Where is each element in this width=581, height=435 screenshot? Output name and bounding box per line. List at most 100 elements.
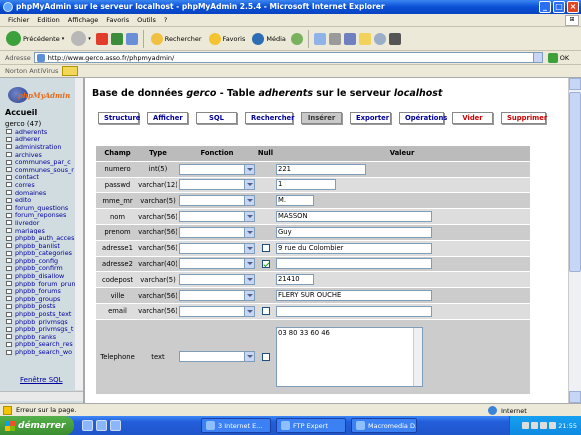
start-button[interactable]: démarrer [0, 416, 74, 435]
function-select-codepost[interactable] [179, 274, 255, 286]
tray-icon[interactable] [522, 422, 530, 429]
sidebar-table-item[interactable]: phpbb_auth_acces [6, 234, 83, 242]
left-horizontal-scrollbar[interactable] [0, 391, 83, 401]
close-button[interactable]: × [567, 1, 579, 13]
sidebar-table-item[interactable]: contact [6, 174, 83, 181]
norton-button[interactable] [62, 66, 79, 76]
function-select-passwd[interactable] [179, 179, 255, 191]
function-select-ville[interactable] [179, 290, 255, 302]
function-select-mme_mr[interactable] [179, 195, 255, 207]
sidebar-table-item[interactable]: phpbb_categories [6, 250, 83, 257]
sidebar-table-item[interactable]: phpbb_ranks [6, 333, 83, 341]
address-input[interactable]: http://www.gerco.asso.fr/phpmyadmin/ [33, 52, 534, 63]
messenger-icon[interactable] [373, 32, 386, 45]
value-input-adresse1[interactable]: 9 rue du Colombier [276, 242, 432, 254]
tab-inserer[interactable]: Insérer [301, 112, 342, 124]
value-input-prenom[interactable]: Guy [276, 226, 432, 238]
value-input-ville[interactable]: FLERY SUR OUCHE [276, 290, 432, 302]
sidebar-table-item[interactable]: phpbb_search_wo [6, 348, 83, 356]
scroll-up-button[interactable] [569, 78, 581, 90]
mail-icon[interactable] [313, 32, 326, 45]
value-input-adresse2[interactable] [276, 258, 432, 270]
function-select-Telephone[interactable] [179, 351, 255, 363]
sidebar-table-item[interactable]: adherents [6, 128, 83, 136]
tab-exporter[interactable]: Exporter [350, 112, 391, 124]
tab-structure[interactable]: Structure [98, 112, 140, 124]
database-selector[interactable]: gerco (47) [5, 120, 41, 128]
function-select-prenom[interactable] [179, 226, 255, 238]
refresh-icon[interactable] [110, 32, 123, 45]
back-button[interactable]: Précédente ▾ [4, 29, 66, 49]
sidebar-table-item[interactable]: livredor [6, 219, 83, 227]
sidebar-table-item[interactable]: phpbb_groups [6, 295, 83, 303]
warning-icon[interactable] [3, 405, 12, 415]
search-button[interactable]: Rechercher [149, 29, 204, 49]
tab-vider[interactable]: Vider [452, 112, 493, 124]
go-button[interactable]: OK [547, 52, 569, 63]
tab-operations[interactable]: Opérations [399, 112, 447, 124]
value-input-nom[interactable]: MASSON [276, 211, 432, 223]
sql-window-link[interactable]: Fenêtre SQL [20, 376, 63, 384]
sidebar-table-item[interactable]: phpbb_privmsgs_t [6, 325, 83, 333]
value-input-passwd[interactable]: 1 [276, 179, 336, 191]
function-select-nom[interactable] [179, 211, 255, 223]
tab-sql[interactable]: SQL [196, 112, 237, 124]
sidebar-table-item[interactable]: phpbb_posts_text [6, 310, 83, 318]
home-icon[interactable] [125, 32, 138, 45]
favorites-button[interactable]: Favoris [207, 29, 248, 49]
address-dropdown[interactable] [532, 52, 543, 63]
tray-icon[interactable] [540, 422, 548, 429]
print-icon[interactable] [328, 32, 341, 45]
sidebar-table-item[interactable]: forum_questions [6, 204, 83, 212]
sidebar-table-item[interactable]: phpbb_posts [6, 303, 83, 310]
value-input-codepost[interactable]: 21410 [276, 274, 314, 286]
sidebar-table-item[interactable]: phpbb_confirm [6, 265, 83, 272]
scroll-down-button[interactable] [569, 391, 581, 403]
quicklaunch-desktop-icon[interactable] [96, 420, 107, 431]
null-checkbox-Telephone[interactable] [261, 352, 270, 361]
forward-button[interactable]: ▾ [69, 29, 93, 49]
task-ftp-expert[interactable]: FTP Expert [276, 418, 346, 433]
phpmyadmin-logo[interactable]: phpMyAdmin [8, 87, 70, 105]
menu-edition[interactable]: Edition [37, 16, 60, 24]
sidebar-table-item[interactable]: archives [6, 151, 83, 158]
menu-affichage[interactable]: Affichage [68, 16, 99, 24]
quicklaunch-ie-icon[interactable] [82, 420, 93, 431]
textarea-scrollbar[interactable] [413, 327, 422, 386]
menu-outils[interactable]: Outils [137, 16, 156, 24]
main-scrollbar[interactable] [568, 78, 581, 403]
null-checkbox-adresse1[interactable] [261, 244, 270, 253]
null-checkbox-email[interactable] [261, 307, 270, 316]
media-button[interactable]: Média [250, 29, 288, 49]
sidebar-table-item[interactable]: phpbb_disallow [6, 272, 83, 280]
sidebar-table-item[interactable]: communes_par_c [6, 158, 83, 166]
menu-help[interactable]: ? [164, 16, 167, 24]
value-textarea-Telephone[interactable]: 03 80 33 60 46 [276, 326, 423, 387]
scroll-thumb[interactable] [569, 92, 581, 272]
sidebar-table-item[interactable]: phpbb_config [6, 257, 83, 265]
minimize-button[interactable]: _ [539, 1, 551, 13]
maximize-button[interactable]: □ [553, 1, 565, 13]
left-scrollbar[interactable] [75, 78, 83, 390]
function-select-adresse1[interactable] [179, 242, 255, 254]
sidebar-table-item[interactable]: communes_sous_r [6, 166, 83, 174]
tab-afficher[interactable]: Afficher [147, 112, 188, 124]
folder-icon[interactable] [358, 32, 371, 45]
sidebar-table-item[interactable]: edito [6, 196, 83, 204]
sidebar-table-item[interactable]: phpbb_privmsgs [6, 318, 83, 325]
value-input-numero[interactable]: 221 [276, 163, 366, 175]
tray-icon[interactable] [549, 422, 557, 429]
edit-icon[interactable] [343, 32, 356, 45]
menu-favoris[interactable]: Favoris [106, 16, 129, 24]
menu-fichier[interactable]: Fichier [8, 16, 29, 24]
sidebar-table-item[interactable]: corres [6, 181, 83, 189]
sidebar-table-item[interactable]: domaines [6, 189, 83, 196]
function-select-email[interactable] [179, 305, 255, 317]
sidebar-table-item[interactable]: forum_reponses [6, 212, 83, 219]
stop-icon[interactable] [95, 32, 108, 45]
task-macromedia[interactable]: Macromedia D... [351, 418, 417, 433]
sidebar-table-item[interactable]: adherer [6, 136, 83, 143]
home-link[interactable]: Accueil [5, 108, 37, 117]
value-input-mme_mr[interactable]: M. [276, 195, 314, 207]
quicklaunch-media-icon[interactable] [110, 420, 121, 431]
